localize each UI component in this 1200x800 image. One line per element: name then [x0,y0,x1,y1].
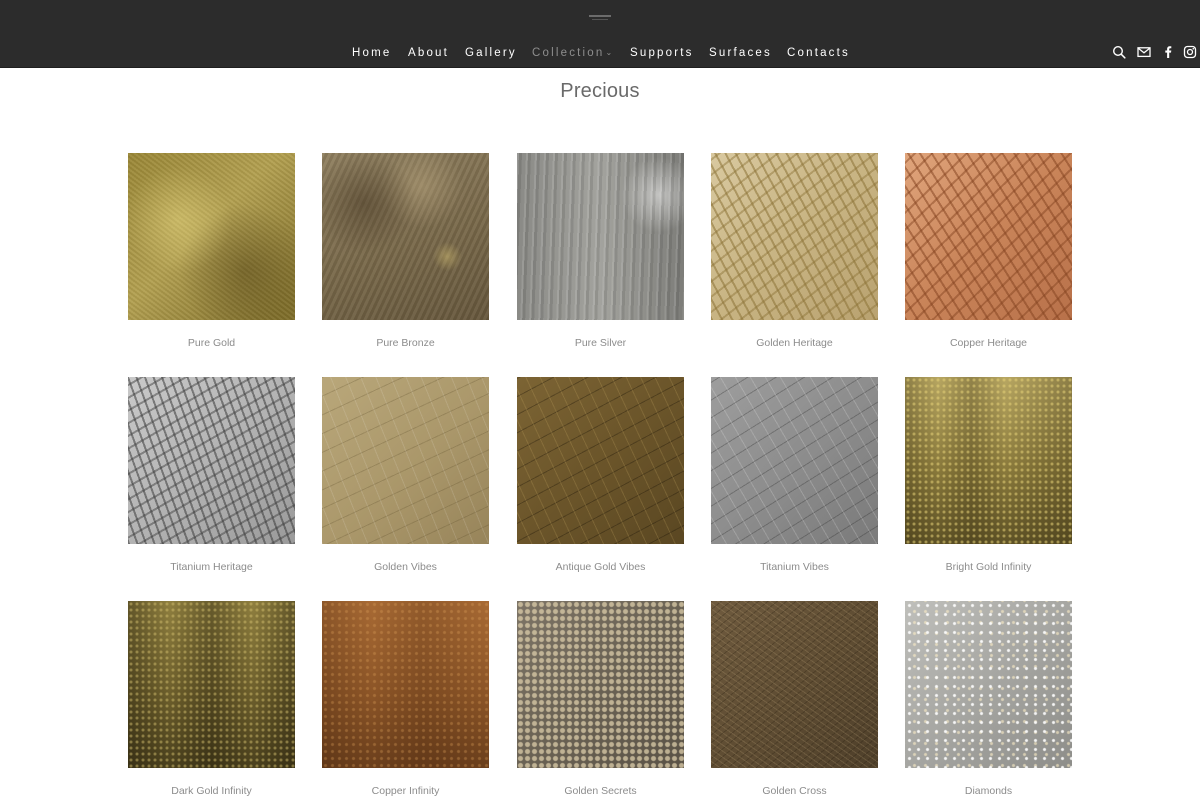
swatch-image[interactable] [711,377,878,544]
nav-home[interactable]: Home [352,44,391,62]
swatch-caption[interactable]: Diamonds [885,785,1092,797]
swatch-image[interactable] [322,601,489,768]
swatch-caption[interactable]: Antique Gold Vibes [497,561,704,573]
search-icon[interactable] [1112,45,1126,59]
nav-about[interactable]: About [408,44,449,62]
swatch-caption[interactable]: Pure Bronze [302,337,509,349]
swatch-caption[interactable]: Golden Heritage [691,337,898,349]
swatch-image[interactable] [322,153,489,320]
swatch-caption[interactable]: Pure Gold [108,337,315,349]
swatch-image[interactable] [322,377,489,544]
swatch-caption[interactable]: Pure Silver [497,337,704,349]
nav-surfaces[interactable]: Surfaces [709,44,772,62]
chevron-down-icon: ⌄ [605,48,613,57]
swatch-image[interactable] [128,601,295,768]
swatch-caption[interactable]: Golden Vibes [302,561,509,573]
swatch-image[interactable] [128,153,295,320]
swatch-image[interactable] [711,153,878,320]
nav-supports[interactable]: Supports [630,44,694,62]
swatch-caption[interactable]: Titanium Vibes [691,561,898,573]
site-header: Home About Gallery Collection⌄ Supports … [0,0,1200,68]
swatch-image[interactable] [905,601,1072,768]
swatch-image[interactable] [905,153,1072,320]
swatch-caption[interactable]: Golden Secrets [497,785,704,797]
main-nav: Home About Gallery Collection⌄ Supports … [0,44,1200,62]
page-title: Precious [560,80,640,102]
nav-collection-label: Collection [532,47,605,59]
nav-contacts[interactable]: Contacts [787,44,850,62]
site-logo[interactable] [589,15,611,21]
swatch-image[interactable] [517,601,684,768]
swatch-caption[interactable]: Bright Gold Infinity [885,561,1092,573]
swatch-caption[interactable]: Golden Cross [691,785,898,797]
swatch-caption[interactable]: Titanium Heritage [108,561,315,573]
nav-gallery[interactable]: Gallery [465,44,517,62]
swatch-image[interactable] [128,377,295,544]
swatch-caption[interactable]: Copper Heritage [885,337,1092,349]
swatch-image[interactable] [711,601,878,768]
mail-icon[interactable] [1137,45,1151,59]
swatch-caption[interactable]: Copper Infinity [302,785,509,797]
instagram-icon[interactable] [1183,45,1197,59]
swatch-image[interactable] [905,377,1072,544]
facebook-icon[interactable] [1161,45,1175,59]
swatch-image[interactable] [517,377,684,544]
swatch-image[interactable] [517,153,684,320]
nav-collection[interactable]: Collection⌄ [532,44,612,62]
swatch-caption[interactable]: Dark Gold Infinity [108,785,315,797]
